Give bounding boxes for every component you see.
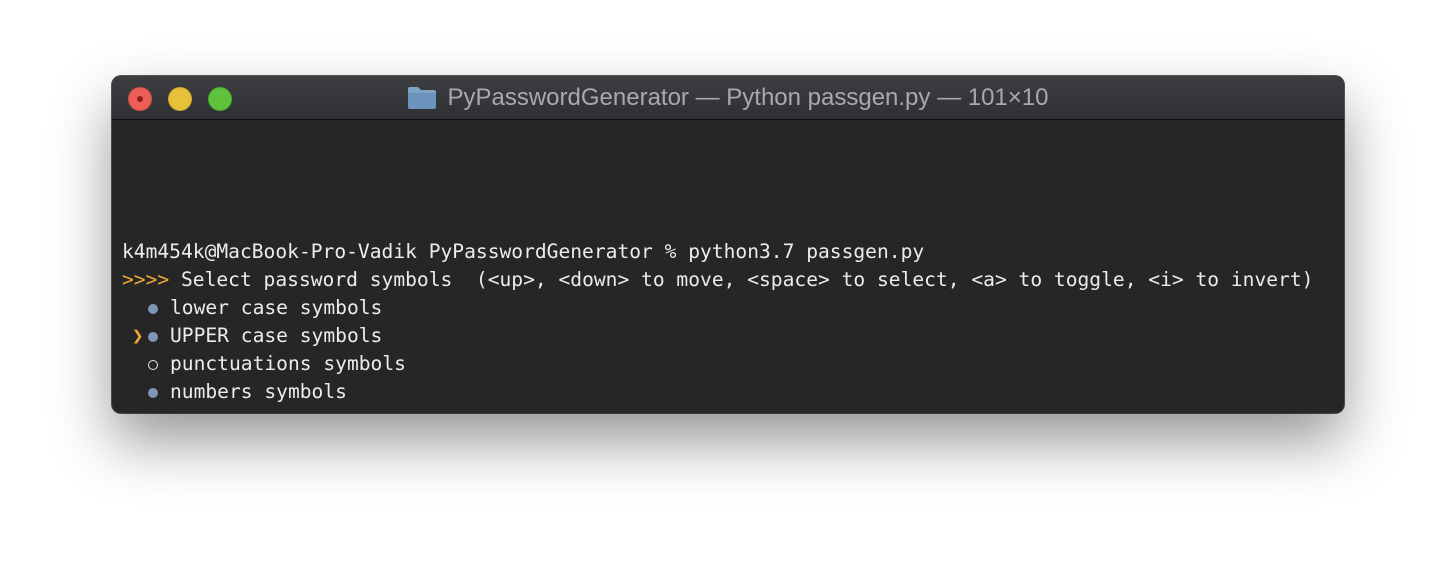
question-text: Select password symbols (<up>, <down> to…	[169, 268, 1314, 291]
pointer-icon: ❯	[132, 325, 144, 347]
title-bar[interactable]: PyPasswordGenerator — Python passgen.py …	[112, 76, 1344, 120]
question-marker: >>>>	[122, 268, 170, 291]
selected-bullet-icon	[148, 388, 158, 398]
selected-bullet-icon	[148, 332, 158, 342]
folder-icon	[408, 87, 437, 109]
option-item[interactable]: punctuations symbols	[112, 350, 712, 378]
option-label: lower case symbols	[170, 296, 383, 319]
option-item[interactable]: lower case symbols	[112, 294, 712, 322]
prompt-line: k4m454k@MacBook-Pro-Vadik PyPasswordGene…	[122, 240, 925, 263]
window-title: PyPasswordGenerator — Python passgen.py …	[447, 84, 1049, 111]
window-title-area: PyPasswordGenerator — Python passgen.py …	[112, 76, 1344, 120]
terminal-window: PyPasswordGenerator — Python passgen.py …	[112, 76, 1344, 413]
option-label: UPPER case symbols	[170, 324, 383, 347]
option-label: numbers symbols	[170, 380, 347, 403]
option-label: punctuations symbols	[170, 352, 406, 375]
option-item[interactable]: ❯ UPPER case symbols	[112, 322, 712, 350]
question-line: >>>> Select password symbols (<up>, <dow…	[122, 266, 1313, 294]
terminal-content[interactable]: k4m454k@MacBook-Pro-Vadik PyPasswordGene…	[112, 120, 1344, 413]
unselected-bullet-icon	[148, 360, 158, 370]
option-item[interactable]: numbers symbols	[112, 378, 712, 406]
selected-bullet-icon	[148, 304, 158, 314]
